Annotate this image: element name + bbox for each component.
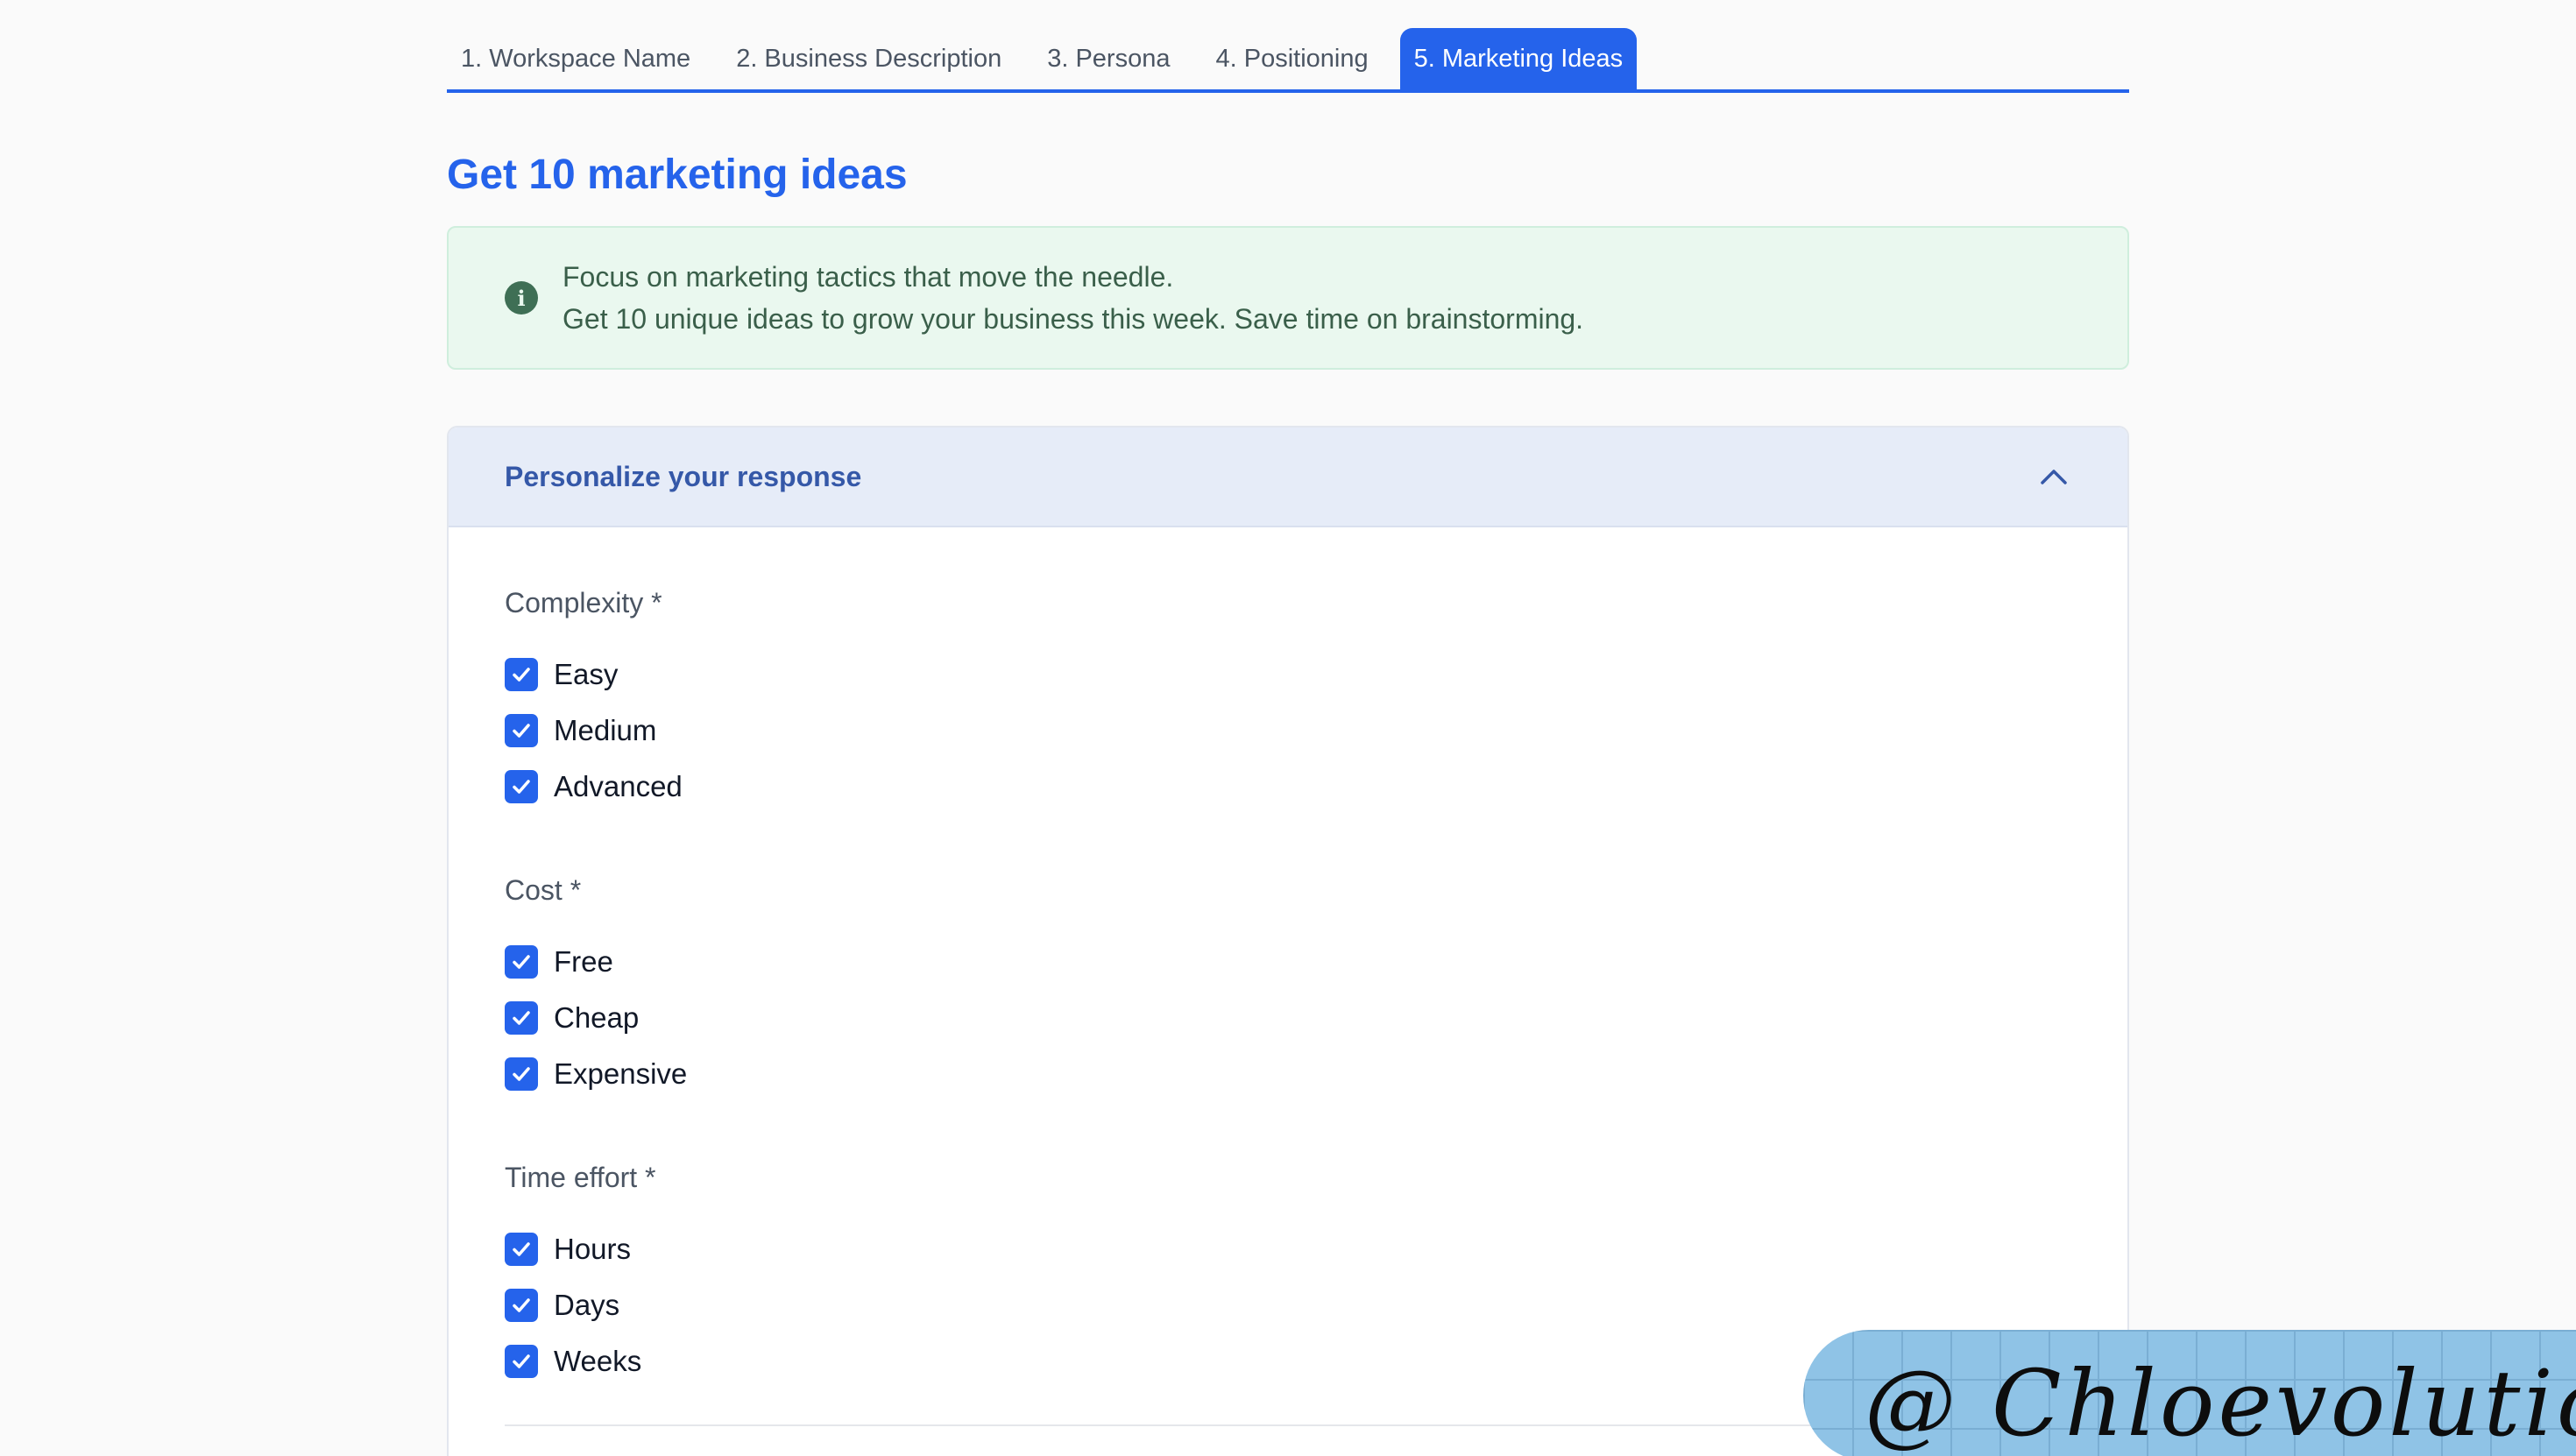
time-effort-label: Time effort * — [505, 1162, 656, 1193]
page: 1. Workspace Name 2. Business Descriptio… — [0, 0, 2576, 1456]
option-label: Easy — [554, 658, 619, 690]
page-title: Get 10 marketing ideas — [447, 152, 908, 198]
checkbox-checked-icon[interactable] — [505, 1289, 538, 1322]
info-text: Focus on marketing tactics that move the… — [563, 256, 1583, 340]
option-label: Medium — [554, 714, 657, 746]
complexity-label: Complexity * — [505, 587, 662, 618]
info-line-1: Focus on marketing tactics that move the… — [563, 261, 1174, 293]
accordion-header[interactable]: Personalize your response — [449, 428, 2127, 527]
checkbox-checked-icon[interactable] — [505, 1057, 538, 1091]
tab-business-description[interactable]: 2. Business Description — [722, 28, 1016, 89]
option-expensive[interactable]: Expensive — [505, 1046, 2071, 1102]
info-banner: i Focus on marketing tactics that move t… — [447, 226, 2129, 370]
watermark: @ Chloevolution — [1803, 1330, 2576, 1456]
option-label: Hours — [554, 1233, 632, 1265]
option-label: Days — [554, 1289, 620, 1321]
option-label: Cheap — [554, 1001, 640, 1034]
info-icon: i — [505, 281, 538, 315]
option-advanced[interactable]: Advanced — [505, 759, 2071, 815]
cost-label: Cost * — [505, 874, 582, 906]
checkbox-checked-icon[interactable] — [505, 1233, 538, 1266]
option-label: Weeks — [554, 1345, 642, 1377]
option-cheap[interactable]: Cheap — [505, 990, 2071, 1046]
option-medium[interactable]: Medium — [505, 703, 2071, 759]
option-hours[interactable]: Hours — [505, 1221, 2071, 1277]
cost-group: Cost * Free Cheap Expensive — [505, 874, 2071, 1102]
tab-marketing-ideas[interactable]: 5. Marketing Ideas — [1399, 28, 1638, 89]
checkbox-checked-icon[interactable] — [505, 714, 538, 747]
tab-persona[interactable]: 3. Persona — [1033, 28, 1184, 89]
option-label: Advanced — [554, 770, 683, 802]
chevron-up-icon[interactable] — [2036, 459, 2071, 494]
checkbox-checked-icon[interactable] — [505, 945, 538, 979]
option-easy[interactable]: Easy — [505, 647, 2071, 703]
personalize-accordion: Personalize your response Complexity * E… — [447, 426, 2129, 1456]
info-line-2: Get 10 unique ideas to grow your busines… — [563, 303, 1584, 335]
checkbox-checked-icon[interactable] — [505, 658, 538, 691]
checkbox-checked-icon[interactable] — [505, 770, 538, 803]
step-tabs: 1. Workspace Name 2. Business Descriptio… — [447, 28, 2129, 93]
checkbox-checked-icon[interactable] — [505, 1001, 538, 1035]
tab-workspace-name[interactable]: 1. Workspace Name — [447, 28, 704, 89]
option-label: Free — [554, 945, 613, 978]
complexity-group: Complexity * Easy Medium Advanced — [505, 587, 2071, 815]
tab-positioning[interactable]: 4. Positioning — [1201, 28, 1382, 89]
watermark-text: @ Chloevolution — [1865, 1350, 2576, 1456]
accordion-body: Complexity * Easy Medium Advanced Cost * — [449, 527, 2127, 1389]
option-free[interactable]: Free — [505, 934, 2071, 990]
accordion-title: Personalize your response — [505, 460, 862, 492]
checkbox-checked-icon[interactable] — [505, 1345, 538, 1378]
option-label: Expensive — [554, 1057, 688, 1090]
option-days[interactable]: Days — [505, 1277, 2071, 1333]
